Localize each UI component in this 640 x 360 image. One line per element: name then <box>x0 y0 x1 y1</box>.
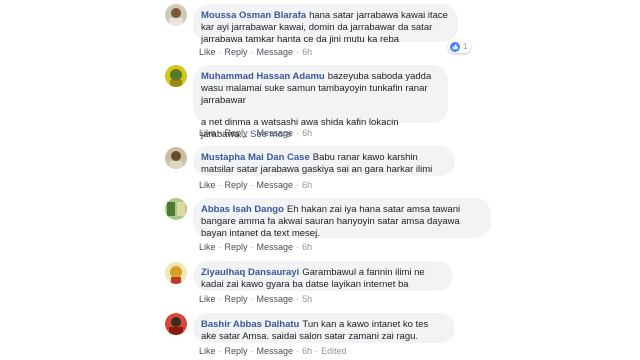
avatar-image <box>165 198 187 220</box>
like-button[interactable]: Like <box>199 180 216 190</box>
message-button[interactable]: Message <box>257 346 294 356</box>
like-button[interactable]: Like <box>199 128 216 138</box>
avatar[interactable] <box>165 198 187 220</box>
reply-button[interactable]: Reply <box>225 128 248 138</box>
message-button[interactable]: Message <box>257 242 294 252</box>
message-button[interactable]: Message <box>257 294 294 304</box>
comment-author[interactable]: Bashir Abbas Dalhatu <box>201 319 299 330</box>
avatar[interactable] <box>165 313 187 335</box>
timestamp[interactable]: 5h <box>302 294 312 304</box>
avatar-image <box>165 4 187 26</box>
comment-author[interactable]: Ziyaulhaq Dansaurayi <box>201 267 299 278</box>
comment-bubble: Ziyaulhaq Dansaurayi Garambawul a fannin … <box>193 261 453 291</box>
reply-button[interactable]: Reply <box>225 294 248 304</box>
timestamp[interactable]: 6h <box>302 128 312 138</box>
avatar-image <box>165 147 187 169</box>
like-button[interactable]: Like <box>199 242 216 252</box>
message-button[interactable]: Message <box>257 128 294 138</box>
edited-label[interactable]: Edited <box>321 346 347 356</box>
timestamp[interactable]: 6h <box>302 47 312 57</box>
timestamp[interactable]: 6h <box>302 346 312 356</box>
avatar-image <box>165 313 187 335</box>
comment-actions: Like · Reply · Message · 6h <box>199 128 313 138</box>
timestamp[interactable]: 6h <box>302 180 312 190</box>
comment-bubble: Muhammad Hassan Adamu bazeyuba saboda yad… <box>193 65 448 140</box>
like-reaction-icon <box>450 41 460 52</box>
comment-author[interactable]: Muhammad Hassan Adamu <box>201 71 325 82</box>
comment-author[interactable]: Abbas Isah Dango <box>201 204 284 215</box>
message-button[interactable]: Message <box>257 47 294 57</box>
reply-button[interactable]: Reply <box>225 47 248 57</box>
reply-button[interactable]: Reply <box>225 346 248 356</box>
comment-author[interactable]: Moussa Osman Blarafa <box>201 10 306 21</box>
comment-actions: Like · Reply · Message · 6h <box>199 180 313 190</box>
comment-actions: Like · Reply · Message · 6h · Edited <box>199 346 347 356</box>
comment-bubble: Mustapha Mai Dan Case Babu ranar kawo kar… <box>193 146 455 176</box>
avatar[interactable] <box>165 4 187 26</box>
reply-button[interactable]: Reply <box>225 242 248 252</box>
comment-bubble: Moussa Osman Blarafa hana satar jarrabawa… <box>193 4 458 45</box>
message-button[interactable]: Message <box>257 180 294 190</box>
like-button[interactable]: Like <box>199 47 216 57</box>
timestamp[interactable]: 6h <box>302 242 312 252</box>
avatar[interactable] <box>165 65 187 87</box>
avatar[interactable] <box>165 147 187 169</box>
avatar-image <box>165 65 187 87</box>
comment-actions: Like · Reply · Message · 5h <box>199 294 313 304</box>
comment-actions: Like · Reply · Message · 6h <box>199 47 313 57</box>
reaction-count[interactable]: 1 <box>448 40 472 53</box>
comment-author[interactable]: Mustapha Mai Dan Case <box>201 152 310 163</box>
reply-button[interactable]: Reply <box>225 180 248 190</box>
comment-bubble: Abbas Isah Dango Eh hakan zai iya hana sa… <box>193 198 491 239</box>
like-button[interactable]: Like <box>199 294 216 304</box>
comment-actions: Like · Reply · Message · 6h <box>199 242 313 252</box>
avatar-image <box>165 262 187 284</box>
like-button[interactable]: Like <box>199 346 216 356</box>
reaction-count-value: 1 <box>463 42 468 51</box>
comment-bubble: Bashir Abbas Dalhatu Tun kan a kawo intan… <box>193 313 455 343</box>
avatar[interactable] <box>165 262 187 284</box>
